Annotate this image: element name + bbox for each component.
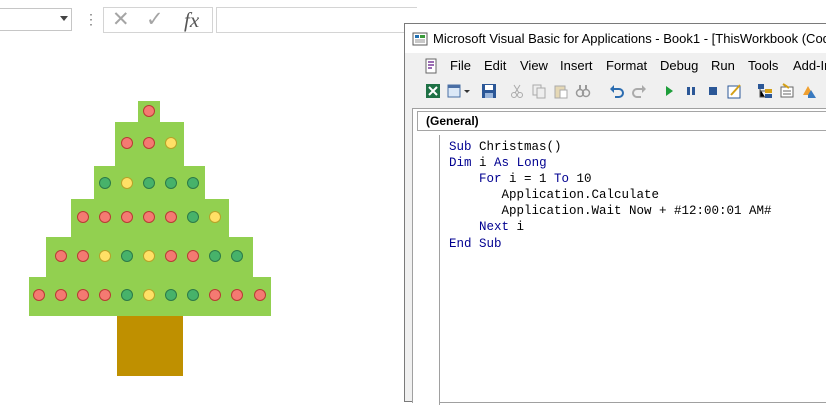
ornament-red bbox=[120, 211, 133, 223]
ornament-red bbox=[165, 250, 178, 262]
code-line: Application.Wait Now + #12:00:01 AM# bbox=[449, 204, 772, 219]
ornament-red bbox=[143, 105, 155, 117]
undo-icon[interactable] bbox=[609, 83, 625, 99]
document-icon[interactable] bbox=[423, 58, 439, 74]
menu-edit[interactable]: Edit bbox=[484, 58, 506, 73]
ornament-green bbox=[165, 177, 178, 189]
code-token: End Sub bbox=[449, 236, 502, 251]
title-bar: Microsoft Visual Basic for Applications … bbox=[405, 24, 826, 53]
ornament-red bbox=[98, 211, 111, 223]
save-icon[interactable] bbox=[481, 83, 497, 99]
menu-tools[interactable]: Tools bbox=[748, 58, 778, 73]
code-line: Application.Calculate bbox=[449, 188, 660, 203]
cancel-icon[interactable]: ✕ bbox=[112, 8, 130, 32]
ornament-red bbox=[76, 250, 89, 262]
standard-toolbar bbox=[405, 78, 826, 106]
formula-buttons: ✕ ✓ fx bbox=[103, 7, 213, 33]
ornament-red bbox=[32, 289, 45, 301]
enter-icon[interactable]: ✓ bbox=[146, 8, 164, 32]
vba-app-icon bbox=[412, 32, 428, 46]
ornament-red bbox=[253, 289, 266, 301]
find-icon[interactable] bbox=[575, 83, 591, 99]
ornament-green bbox=[120, 289, 133, 301]
ornament-red bbox=[54, 289, 67, 301]
properties-window-icon[interactable] bbox=[779, 83, 795, 99]
formula-input[interactable] bbox=[216, 7, 417, 33]
ornament-red bbox=[143, 211, 155, 223]
ornament-yellow bbox=[98, 250, 111, 262]
ornament-yellow bbox=[165, 137, 178, 149]
menu-format[interactable]: Format bbox=[606, 58, 647, 73]
code-token: Dim bbox=[449, 156, 472, 171]
code-margin[interactable] bbox=[413, 135, 440, 405]
ornament-red bbox=[76, 211, 89, 223]
ornament-yellow bbox=[143, 250, 155, 262]
redo-icon[interactable] bbox=[631, 83, 647, 99]
code-token: Next bbox=[449, 220, 510, 235]
reset-icon[interactable] bbox=[705, 83, 721, 99]
ornament-red bbox=[98, 289, 111, 301]
menu-file[interactable]: File bbox=[450, 58, 471, 73]
design-mode-icon[interactable] bbox=[727, 83, 743, 99]
run-icon[interactable] bbox=[661, 83, 677, 99]
ornament-yellow bbox=[120, 177, 133, 189]
tree-trunk bbox=[117, 316, 183, 376]
code-token: For bbox=[449, 172, 502, 187]
project-explorer-icon[interactable] bbox=[757, 83, 773, 99]
chevron-down-icon[interactable] bbox=[463, 83, 471, 99]
code-token: As bbox=[494, 156, 510, 171]
code-window[interactable]: (General) Sub Christmas() Dim i As Long … bbox=[412, 108, 826, 405]
menu-add-ins[interactable]: Add-Ins bbox=[793, 58, 826, 73]
paste-icon[interactable] bbox=[553, 83, 569, 99]
ornament-green bbox=[165, 289, 178, 301]
formula-bar-grip[interactable]: ⋮ bbox=[84, 8, 98, 30]
vba-editor-window[interactable]: Microsoft Visual Basic for Applications … bbox=[404, 23, 826, 405]
code-token: i = 1 bbox=[501, 172, 555, 187]
code-token: Long bbox=[516, 156, 547, 171]
ornament-green bbox=[98, 177, 111, 189]
window-title: Microsoft Visual Basic for Applications … bbox=[433, 31, 826, 46]
code-editor[interactable]: Sub Christmas() Dim i As Long For i = 1 … bbox=[449, 139, 772, 252]
insert-function-icon[interactable]: fx bbox=[184, 8, 199, 32]
menu-insert[interactable]: Insert bbox=[560, 58, 593, 73]
insert-userform-icon[interactable] bbox=[447, 83, 463, 99]
object-browser-icon[interactable] bbox=[801, 83, 817, 99]
menu-bar: File Edit View Insert Format Debug Run T… bbox=[405, 53, 826, 78]
ornament-red bbox=[54, 250, 67, 262]
ornament-red bbox=[165, 211, 178, 223]
menu-run[interactable]: Run bbox=[711, 58, 735, 73]
code-token: To bbox=[554, 172, 570, 187]
cut-icon[interactable] bbox=[509, 83, 525, 99]
code-token: Christmas() bbox=[471, 140, 562, 154]
copy-icon[interactable] bbox=[531, 83, 547, 99]
view-excel-icon[interactable] bbox=[425, 83, 441, 99]
ornament-red bbox=[76, 289, 89, 301]
menu-view[interactable]: View bbox=[520, 58, 548, 73]
object-combo[interactable]: (General) bbox=[417, 111, 826, 131]
chevron-down-icon[interactable] bbox=[60, 16, 68, 21]
code-token: Sub bbox=[449, 140, 472, 154]
code-token: i bbox=[471, 156, 495, 171]
ornament-green bbox=[143, 177, 155, 189]
ornament-yellow bbox=[143, 289, 155, 301]
code-token: i bbox=[509, 220, 525, 235]
ornament-red bbox=[143, 137, 155, 149]
ornament-green bbox=[120, 250, 133, 262]
menu-debug[interactable]: Debug bbox=[660, 58, 698, 73]
ornament-red bbox=[120, 137, 133, 149]
break-icon[interactable] bbox=[683, 83, 699, 99]
name-box[interactable] bbox=[0, 8, 72, 31]
code-token: 10 bbox=[569, 172, 592, 187]
